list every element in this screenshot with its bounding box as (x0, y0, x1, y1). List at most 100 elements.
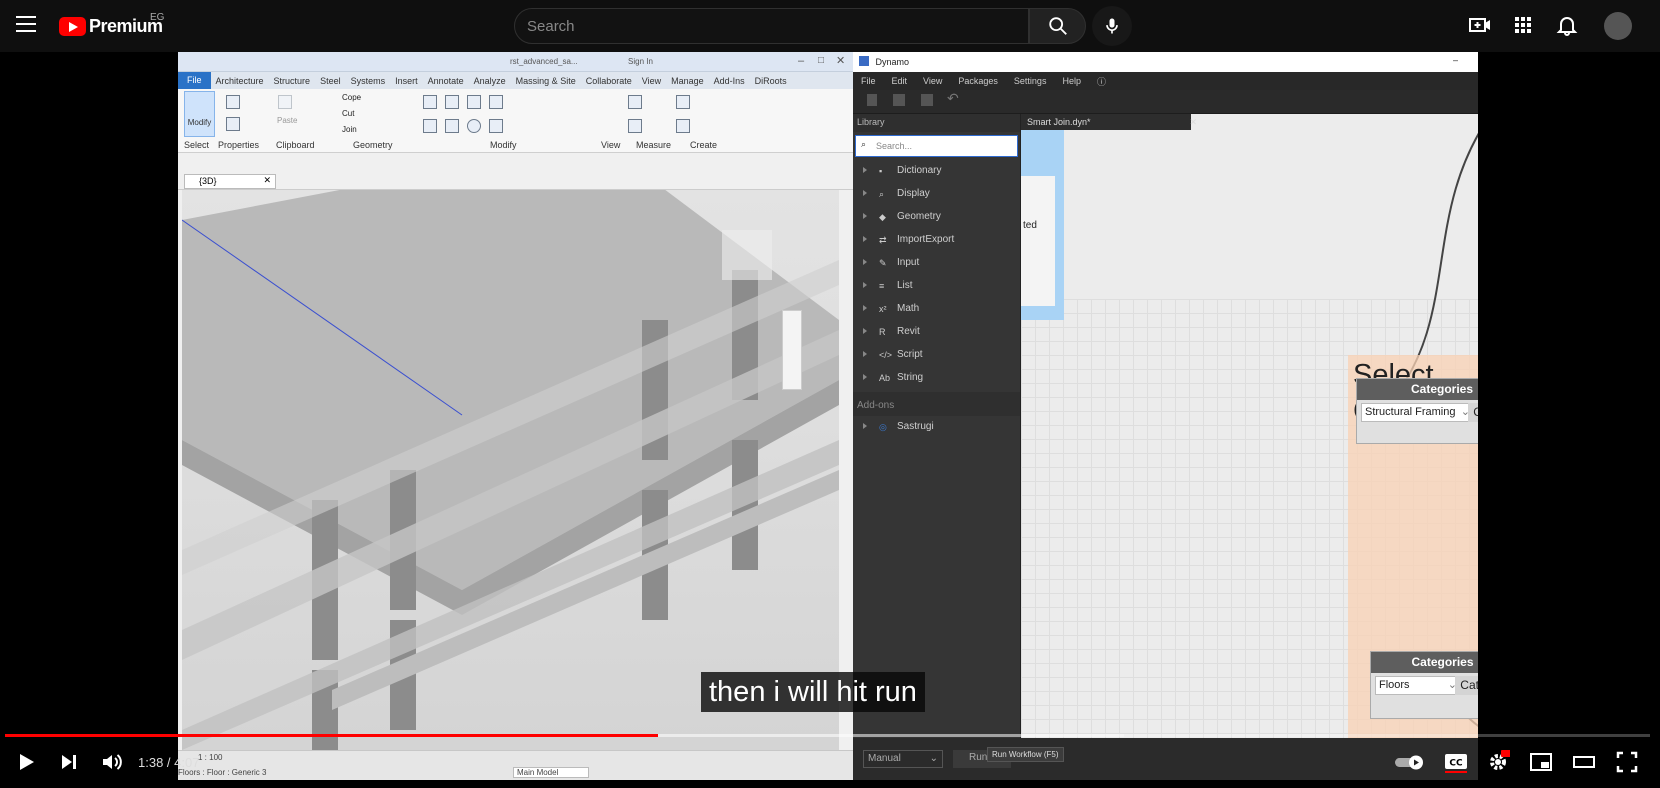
cope-button[interactable]: Cope (342, 93, 361, 102)
create-parts-icon[interactable] (676, 119, 690, 133)
align-icon[interactable] (423, 95, 437, 109)
fullscreen-button[interactable] (1615, 750, 1639, 774)
viewcube-icon[interactable] (722, 230, 772, 280)
menu-settings[interactable]: Settings (1006, 76, 1055, 86)
library-item-script[interactable]: </> Script (853, 344, 1020, 367)
notifications-button[interactable] (1555, 13, 1579, 37)
info-icon[interactable]: ⓘ (1089, 75, 1114, 88)
close-icon[interactable]: ✕ (836, 54, 845, 67)
create-group-icon[interactable] (676, 95, 690, 109)
menu-packages[interactable]: Packages (950, 76, 1006, 86)
category-dropdown[interactable]: Structural Framing ⌄ (1361, 403, 1473, 422)
tab-structure[interactable]: Structure (269, 76, 316, 86)
tab-steel[interactable]: Steel (315, 76, 346, 86)
navigation-bar[interactable] (782, 310, 802, 390)
maximize-icon[interactable]: □ (818, 55, 824, 66)
library-item-input[interactable]: ✎ Input (853, 252, 1020, 275)
autoplay-toggle[interactable] (1394, 750, 1426, 774)
close-tab-icon[interactable]: ✕ (263, 175, 271, 186)
tab-add-ins[interactable]: Add-Ins (709, 76, 750, 86)
display-icon: ⌕ (879, 189, 885, 199)
type-properties-icon[interactable] (226, 117, 240, 131)
category-dropdown[interactable]: Floors ⌄ (1375, 676, 1460, 695)
new-file-icon[interactable] (867, 94, 877, 106)
minimize-icon[interactable]: – (1453, 55, 1458, 65)
categories-node-1[interactable]: Categories Structural Framing ⌄ Category (1356, 378, 1478, 444)
subtitles-button[interactable]: CC (1443, 750, 1469, 774)
tab-analyze[interactable]: Analyze (469, 76, 511, 86)
mute-button[interactable] (100, 750, 124, 774)
apps-button[interactable] (1511, 13, 1535, 37)
tab-insert[interactable]: Insert (390, 76, 423, 86)
tab-annotate[interactable]: Annotate (423, 76, 469, 86)
move-icon[interactable] (423, 119, 437, 133)
modify-button[interactable]: Modify (184, 91, 215, 137)
tab-file[interactable]: File (178, 72, 211, 89)
library-item-list[interactable]: ≡ List (853, 275, 1020, 298)
vertical-scrollbar[interactable] (839, 190, 853, 750)
rotate-icon[interactable] (467, 119, 481, 133)
tab-diroots[interactable]: DiRoots (750, 76, 792, 86)
progress-bar[interactable] (5, 734, 1650, 737)
open-file-icon[interactable] (893, 94, 905, 106)
offset-icon[interactable] (445, 95, 459, 109)
mirror-draw-icon[interactable] (489, 95, 503, 109)
view-tab-3d[interactable]: {3D} ✕ (184, 174, 276, 189)
menu-help[interactable]: Help (1054, 76, 1089, 86)
properties-icon[interactable] (226, 95, 240, 109)
youtube-logo[interactable]: Premium EG (59, 12, 164, 37)
library-item-display[interactable]: ⌕ Display (853, 183, 1020, 206)
measure-icon[interactable] (628, 119, 642, 133)
tab-view[interactable]: View (637, 76, 666, 86)
menu-edit[interactable]: Edit (884, 76, 916, 86)
tab-collaborate[interactable]: Collaborate (581, 76, 637, 86)
menu-file[interactable]: File (853, 76, 884, 86)
tab-manage[interactable]: Manage (666, 76, 709, 86)
undo-icon[interactable]: ↶ (947, 90, 959, 107)
play-button[interactable] (14, 750, 38, 774)
workspace-canvas[interactable]: Smart Join.dyn* ✕ ted Select Categories … (1021, 114, 1478, 738)
library-search-input[interactable]: ⌕ Search... (855, 135, 1018, 157)
miniplayer-button[interactable] (1529, 750, 1553, 774)
ribbon-group-select[interactable]: Select (184, 140, 209, 150)
library-item-importexport[interactable]: ⇄ ImportExport (853, 229, 1020, 252)
view-tab-bar: {3D} ✕ (178, 172, 853, 190)
voice-search-button[interactable] (1092, 6, 1132, 46)
dynamo-title: Dynamo (875, 57, 910, 67)
menu-view[interactable]: View (915, 76, 950, 86)
create-video-button[interactable] (1468, 13, 1492, 37)
minimize-icon[interactable]: – (798, 55, 804, 67)
tab-massing[interactable]: Massing & Site (511, 76, 581, 86)
library-item-revit[interactable]: R Revit (853, 321, 1020, 344)
next-button[interactable] (57, 750, 81, 774)
output-port[interactable]: Category (1468, 403, 1478, 422)
library-item-string[interactable]: Ab String (853, 367, 1020, 390)
search-icon: ⌕ (861, 139, 867, 149)
library-item-sastrugi[interactable]: ◎ Sastrugi (853, 416, 1020, 439)
paste-icon[interactable] (278, 95, 292, 109)
3d-view-canvas[interactable] (182, 190, 839, 750)
save-icon[interactable] (921, 94, 933, 106)
trim-icon[interactable] (489, 119, 503, 133)
menu-icon[interactable] (16, 16, 36, 32)
join-button[interactable]: Join (342, 125, 357, 134)
search-input[interactable]: Search (514, 8, 1029, 44)
library-item-geometry[interactable]: ◆ Geometry (853, 206, 1020, 229)
search-button[interactable] (1029, 8, 1086, 44)
addons-header: Add-ons (853, 392, 1020, 416)
mirror-icon[interactable] (467, 95, 481, 109)
library-item-dictionary[interactable]: ▪ Dictionary (853, 160, 1020, 183)
avatar[interactable] (1604, 12, 1632, 40)
aligned-dimension-icon[interactable] (628, 95, 642, 109)
time-display: 1:38 / 4:07 (138, 755, 200, 770)
theater-mode-button[interactable] (1572, 750, 1596, 774)
sign-in-link[interactable]: Sign In (628, 57, 653, 66)
tab-systems[interactable]: Systems (346, 76, 391, 86)
library-item-math[interactable]: x² Math (853, 298, 1020, 321)
copy-icon[interactable] (445, 119, 459, 133)
settings-button[interactable] (1486, 750, 1511, 774)
tab-architecture[interactable]: Architecture (211, 76, 269, 86)
cut-button[interactable]: Cut (342, 109, 354, 118)
output-port[interactable]: Category (1455, 676, 1478, 695)
categories-node-2[interactable]: Categories Floors ⌄ Category (1370, 651, 1478, 719)
